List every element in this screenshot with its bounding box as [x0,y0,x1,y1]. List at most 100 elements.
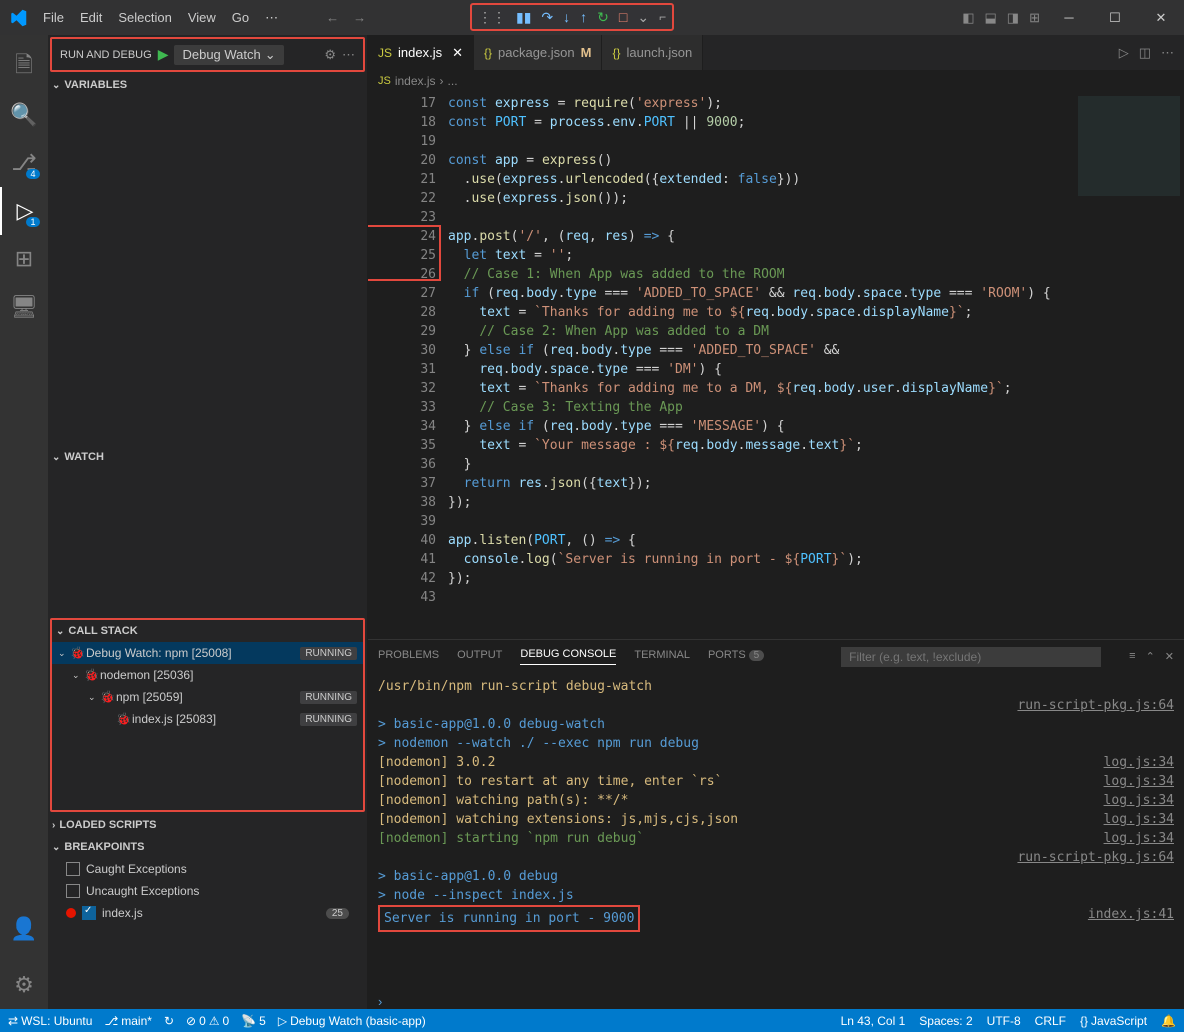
start-debug-icon[interactable]: ▶ [158,46,169,63]
main-menu: File Edit Selection View Go ⋯ [35,0,286,35]
tab-package-json[interactable]: {} package.json M [474,35,602,70]
callstack-row[interactable]: ⌄🐞Debug Watch: npm [25008]RUNNING [52,642,363,664]
breadcrumb[interactable]: JS index.js › ... [368,70,1184,92]
minimize-icon[interactable]: ─ [1046,0,1092,35]
bp-caught[interactable]: Caught Exceptions [48,858,367,880]
bottom-panel: PROBLEMS OUTPUT DEBUG CONSOLE TERMINAL P… [368,639,1184,1009]
debug-settings-icon[interactable]: ⚙ [324,47,336,63]
extensions-icon[interactable]: ⊞ [0,235,48,283]
status-language[interactable]: {} JavaScript [1080,1014,1147,1028]
status-eol[interactable]: CRLF [1035,1014,1066,1028]
nav-forward-icon[interactable]: → [353,10,366,25]
status-remote[interactable]: ⇄ WSL: Ubuntu [8,1014,92,1028]
account-icon[interactable]: 👤 [0,905,48,953]
bp-count: 25 [326,908,349,919]
bp-uncaught[interactable]: Uncaught Exceptions [48,880,367,902]
debug-console[interactable]: /usr/bin/npm run-script debug-watchrun-s… [368,673,1184,994]
status-bar: ⇄ WSL: Ubuntu ⎇ main* ↻ ⊘ 0 ⚠ 0 📡 5 ▷ De… [0,1009,1184,1032]
status-line-col[interactable]: Ln 43, Col 1 [841,1014,906,1028]
restart-icon[interactable]: ↻ [597,9,609,26]
panel-tab-terminal[interactable]: TERMINAL [634,649,690,665]
search-icon[interactable]: 🔍 [0,91,48,139]
run-file-icon[interactable]: ▷ [1119,45,1129,61]
layout-right-icon[interactable]: ◨ [1007,10,1019,26]
menu-file[interactable]: File [35,0,72,35]
debug-badge: 1 [26,217,40,227]
panel-tab-ports[interactable]: PORTS5 [708,649,764,665]
menu-edit[interactable]: Edit [72,0,110,35]
js-file-icon: JS [378,75,391,87]
stop-icon[interactable]: □ [619,9,627,25]
menu-selection[interactable]: Selection [110,0,179,35]
tab-actions: ▷ ◫ ⋯ [1109,35,1184,70]
layout-bottom-icon[interactable]: ⬓ [985,10,997,26]
callstack-row[interactable]: 🐞index.js [25083]RUNNING [52,708,363,730]
run-debug-header: RUN AND DEBUG ▶ Debug Watch ⌄ ⚙ ⋯ [50,37,365,72]
callstack-header[interactable]: ⌄CALL STACK [52,620,363,642]
status-errors[interactable]: ⊘ 0 ⚠ 0 [186,1014,229,1028]
watch-header[interactable]: ⌄WATCH [48,446,367,468]
line-numbers[interactable]: 1718192021222324252627282930313233343536… [388,92,448,639]
loaded-scripts-header[interactable]: ›LOADED SCRIPTS [48,814,367,836]
json-file-icon: {} [484,46,492,60]
status-sync[interactable]: ↻ [164,1014,174,1028]
breakpoints-header[interactable]: ⌄BREAKPOINTS [48,836,367,858]
clear-console-icon[interactable]: ≡ [1129,650,1135,663]
step-over-icon[interactable]: ↷ [541,9,553,26]
pause-icon[interactable]: ▮▮ [516,9,531,26]
nav-back-icon[interactable]: ← [326,10,339,25]
collapse-panel-icon[interactable]: ⌃ [1146,650,1155,663]
editor-tabs: JS index.js ✕ {} package.json M {} launc… [368,35,1184,70]
status-debug[interactable]: ▷ Debug Watch (basic-app) [278,1014,426,1028]
bp-file[interactable]: index.js25 [48,902,367,924]
json-file-icon: {} [612,46,620,60]
close-panel-icon[interactable]: ✕ [1165,650,1174,663]
split-editor-icon[interactable]: ◫ [1139,45,1151,61]
panel-tab-debug-console[interactable]: DEBUG CONSOLE [520,648,616,665]
minimap[interactable] [1074,92,1184,639]
menu-more[interactable]: ⋯ [257,0,286,35]
console-filter-input[interactable] [841,647,1101,667]
title-bar: File Edit Selection View Go ⋯ ← → ⋮⋮ ▮▮ … [0,0,1184,35]
settings-icon[interactable]: ⚙ [0,961,48,1009]
status-encoding[interactable]: UTF-8 [987,1014,1021,1028]
close-window-icon[interactable]: ✕ [1138,0,1184,35]
variables-header[interactable]: ⌄VARIABLES [48,74,367,96]
debug-icon[interactable]: ▷1 [0,187,48,235]
status-branch[interactable]: ⎇ main* [104,1014,152,1028]
close-tab-icon[interactable]: ✕ [452,45,463,61]
layout-custom-icon[interactable]: ⊞ [1029,10,1040,26]
panel-tab-output[interactable]: OUTPUT [457,649,502,665]
status-notifications-icon[interactable]: 🔔 [1161,1014,1176,1028]
expand-icon[interactable]: ⌐ [659,10,666,24]
panel-tabs: PROBLEMS OUTPUT DEBUG CONSOLE TERMINAL P… [368,640,1184,673]
layout-left-icon[interactable]: ◧ [962,10,974,26]
tab-launch-json[interactable]: {} launch.json [602,35,703,70]
maximize-icon[interactable]: ☐ [1092,0,1138,35]
debug-toolbar: ⋮⋮ ▮▮ ↷ ↓ ↑ ↻ □ ⌄ ⌐ [470,3,674,31]
breakpoint-dot-icon [66,908,76,918]
tab-more-icon[interactable]: ⋯ [1161,45,1174,61]
menu-view[interactable]: View [180,0,224,35]
step-out-icon[interactable]: ↑ [580,9,587,25]
tab-index-js[interactable]: JS index.js ✕ [368,35,474,70]
remote-icon[interactable]: 🖥 [0,283,48,331]
callstack-row[interactable]: ⌄🐞npm [25059]RUNNING [52,686,363,708]
explorer-icon[interactable]: 🗎 [0,43,48,91]
console-prompt[interactable]: › [368,994,1184,1009]
menu-go[interactable]: Go [224,0,257,35]
debug-more-icon[interactable]: ⋯ [342,47,355,63]
callstack-row[interactable]: ⌄🐞nodemon [25036] [52,664,363,686]
vscode-logo-icon [0,9,35,27]
status-ports[interactable]: 📡 5 [241,1014,266,1028]
code-editor[interactable]: const express = require('express');const… [448,92,1074,639]
debug-config-dropdown[interactable]: Debug Watch ⌄ [174,45,283,65]
drag-handle-icon[interactable]: ⋮⋮ [478,9,506,26]
panel-tab-problems[interactable]: PROBLEMS [378,649,439,665]
scm-icon[interactable]: ⎇4 [0,139,48,187]
status-spaces[interactable]: Spaces: 2 [919,1014,972,1028]
chevron-down-icon: ⌄ [265,47,276,63]
layout-buttons: ◧ ⬓ ◨ ⊞ [962,10,1046,26]
step-into-icon[interactable]: ↓ [563,9,570,25]
debug-dropdown-icon[interactable]: ⌄ [637,9,649,26]
